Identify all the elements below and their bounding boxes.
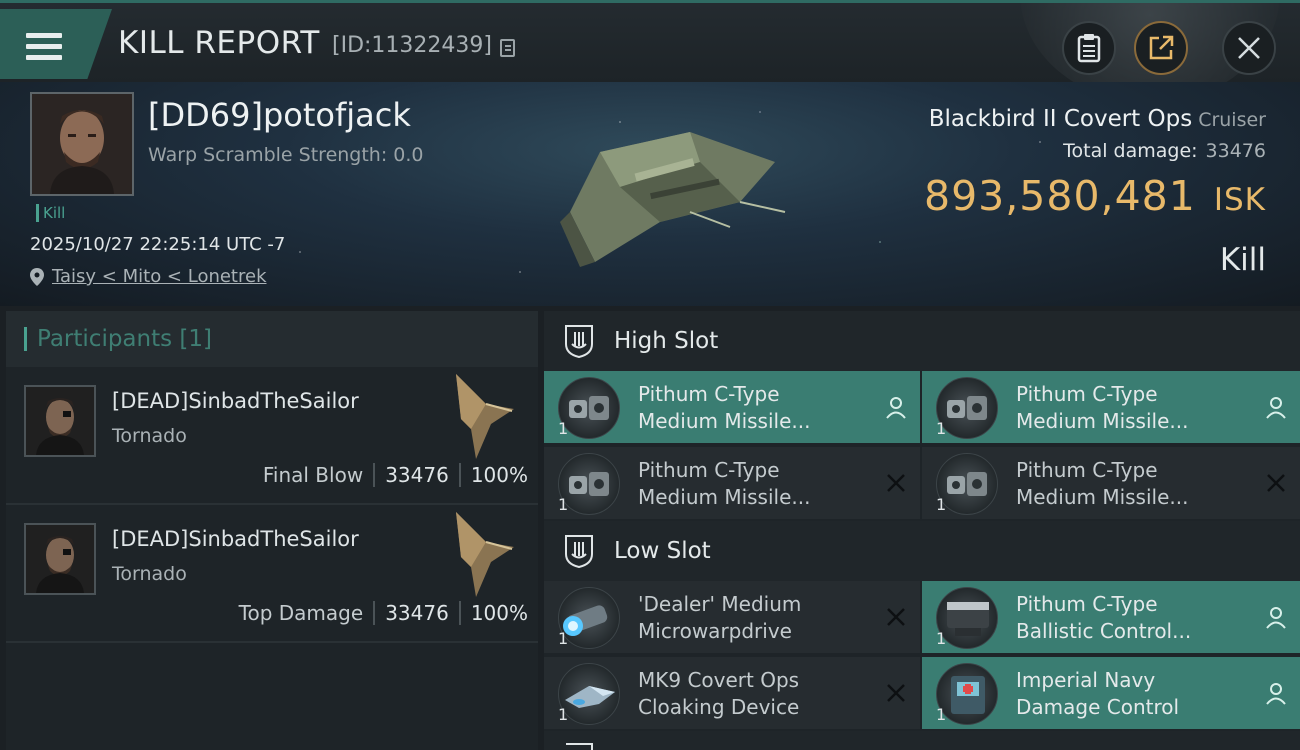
participant-row[interactable]: [DEAD]SinbadTheSailor Tornado Top Damage… <box>6 505 538 643</box>
participant-ship: Tornado <box>112 425 187 447</box>
participants-header: Participants [1] <box>6 311 538 367</box>
isk-unit: ISK <box>1213 182 1266 218</box>
participant-stats: Top Damage 33476 100% <box>239 601 528 625</box>
mid-slot-icon <box>566 743 593 750</box>
destroyed-x-icon <box>887 608 905 626</box>
isk-amount: 893,580,481 <box>924 172 1196 220</box>
mid-slot-header-partial <box>544 731 1300 750</box>
participant-label: Top Damage <box>238 601 364 625</box>
module-slot[interactable]: 1 Pithum C-Type Medium Missile... <box>922 371 1300 445</box>
module-slot[interactable]: 1 Pithum C-Type Medium Missile... <box>922 447 1300 521</box>
victim-ship[interactable]: Blackbird II Covert Ops Cruiser <box>929 106 1266 132</box>
copy-id-icon[interactable] <box>500 39 515 57</box>
total-damage-value: 33476 <box>1205 140 1266 162</box>
module-qty: 1 <box>936 495 947 514</box>
module-qty: 1 <box>936 629 947 648</box>
low-slot-title: Low Slot <box>614 538 711 564</box>
participant-percent: 100% <box>470 601 528 625</box>
module-qty: 1 <box>558 705 569 724</box>
module-slot[interactable]: 1 Pithum C-Type Medium Missile... <box>544 371 920 445</box>
participant-damage: 33476 <box>385 601 449 625</box>
ship-name: Blackbird II Covert Ops <box>928 106 1193 132</box>
ship-class: Cruiser <box>1198 109 1266 131</box>
module-qty: 1 <box>936 419 947 438</box>
clipboard-button[interactable] <box>1062 21 1116 75</box>
module-name: Imperial Navy Damage Control <box>1016 668 1180 719</box>
victim-name[interactable]: [DD69]potofjack <box>148 96 411 134</box>
participant-ship-image <box>456 374 514 459</box>
total-damage-label: Total damage: <box>1063 140 1198 162</box>
kill-location[interactable]: Taisy < Mito < Lonetrek <box>30 266 267 287</box>
total-damage: Total damage: 33476 <box>1063 140 1266 162</box>
location-pin-icon <box>30 267 44 286</box>
high-slot-modules: 1 Pithum C-Type Medium Missile... 1 Pithu… <box>544 371 1300 521</box>
participants-panel: Participants [1] [DEAD]SinbadTheSailor T… <box>6 311 538 750</box>
module-slot[interactable]: 1 Pithum C-Type Medium Missile... <box>544 447 920 521</box>
module-slot[interactable]: 1 MK9 Covert Ops Cloaking Device <box>544 657 920 731</box>
module-slot[interactable]: 1 'Dealer' Medium Microwarpdrive <box>544 581 920 655</box>
participant-label: Final Blow <box>262 463 364 487</box>
fitted-person-icon <box>1266 683 1286 705</box>
module-name: Pithum C-Type Medium Missile... <box>638 458 811 509</box>
high-slot-icon <box>565 325 593 358</box>
share-button[interactable] <box>1134 21 1188 75</box>
victim-avatar[interactable] <box>30 92 134 196</box>
header-bar: KILL REPORT [ID:11322439] <box>0 0 1300 85</box>
hamburger-icon <box>26 33 62 61</box>
participant-ship-image <box>456 512 514 597</box>
module-name: Pithum C-Type Medium Missile... <box>1016 458 1189 509</box>
participant-avatar <box>24 385 96 457</box>
victim-ship-image <box>560 132 786 267</box>
fitted-person-icon <box>1266 607 1286 629</box>
victim-panel: [DD69]potofjack Warp Scramble Strength: … <box>0 82 1300 306</box>
avatar-image <box>32 94 132 194</box>
participant-ship: Tornado <box>112 563 187 585</box>
kill-id: [ID:11322439] <box>332 33 492 58</box>
module-qty: 1 <box>558 419 569 438</box>
module-name: 'Dealer' Medium Microwarpdrive <box>638 592 802 643</box>
module-slot[interactable]: 1 Pithum C-Type Ballistic Control... <box>922 581 1300 655</box>
close-button[interactable] <box>1222 21 1276 75</box>
page-title: KILL REPORT <box>118 25 320 61</box>
module-name: Pithum C-Type Medium Missile... <box>638 382 811 433</box>
module-qty: 1 <box>558 629 569 648</box>
low-slot-modules: 1 'Dealer' Medium Microwarpdrive 1 Pithum… <box>544 581 1300 731</box>
participant-stats: Final Blow 33476 100% <box>263 463 528 487</box>
low-slot-header: Low Slot <box>544 521 1300 581</box>
result-label: Kill <box>1219 242 1266 278</box>
module-qty: 1 <box>558 495 569 514</box>
module-name: Pithum C-Type Ballistic Control... <box>1016 592 1192 643</box>
fitting-panel: High Slot 1 Pithum C-Type Medium Missile.… <box>544 311 1300 750</box>
low-slot-icon <box>565 535 593 568</box>
isk-value: 893,580,481 ISK <box>924 172 1266 220</box>
participants-title: Participants [1] <box>37 326 212 352</box>
module-name: MK9 Covert Ops Cloaking Device <box>638 668 800 719</box>
kill-tag: Kill <box>36 204 65 222</box>
module-name: Pithum C-Type Medium Missile... <box>1016 382 1189 433</box>
location-link[interactable]: Taisy < Mito < Lonetrek <box>52 266 267 287</box>
participant-row[interactable]: [DEAD]SinbadTheSailor Tornado Final Blow… <box>6 367 538 505</box>
share-icon <box>1149 35 1174 60</box>
clipboard-icon <box>1077 34 1101 63</box>
destroyed-x-icon <box>887 474 905 492</box>
destroyed-x-icon <box>1267 474 1285 492</box>
destroyed-x-icon <box>887 684 905 702</box>
participant-avatar <box>24 523 96 595</box>
participant-damage: 33476 <box>385 463 449 487</box>
module-slot[interactable]: 1 Imperial Navy Damage Control <box>922 657 1300 731</box>
warp-scramble-strength: Warp Scramble Strength: 0.0 <box>148 144 424 166</box>
module-qty: 1 <box>936 705 947 724</box>
high-slot-title: High Slot <box>614 328 719 354</box>
participant-name: [DEAD]SinbadTheSailor <box>112 527 359 551</box>
fitted-person-icon <box>886 397 906 419</box>
high-slot-header: High Slot <box>544 311 1300 371</box>
participant-name: [DEAD]SinbadTheSailor <box>112 389 359 413</box>
menu-button[interactable] <box>0 9 112 79</box>
fitted-person-icon <box>1266 397 1286 419</box>
kill-timestamp: 2025/10/27 22:25:14 UTC -7 <box>30 234 286 255</box>
close-icon <box>1238 37 1260 59</box>
participant-percent: 100% <box>470 463 528 487</box>
